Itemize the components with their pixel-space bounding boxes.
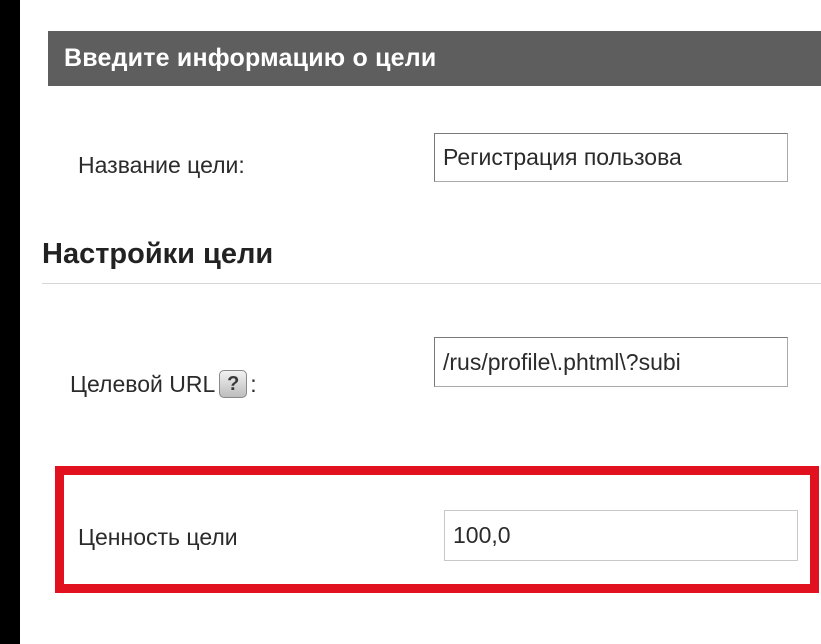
goal-settings-heading: Настройки цели [42, 238, 274, 270]
target-url-label: Целевой URL?: [70, 369, 257, 400]
target-url-input[interactable] [434, 337, 788, 387]
goal-name-label: Название цели: [78, 152, 245, 178]
target-url-label-text: Целевой URL [70, 371, 216, 397]
goal-info-header: Введите информацию о цели [48, 31, 821, 86]
form-panel: Введите информацию о цели Название цели:… [20, 0, 821, 644]
goal-info-header-title: Введите информацию о цели [64, 44, 437, 72]
help-icon[interactable]: ? [219, 369, 248, 398]
goal-value-input[interactable] [444, 510, 798, 561]
goal-name-input[interactable] [434, 133, 788, 182]
target-url-label-colon: : [250, 371, 257, 397]
section-divider [42, 283, 821, 284]
goal-value-label: Ценность цели [78, 524, 238, 550]
